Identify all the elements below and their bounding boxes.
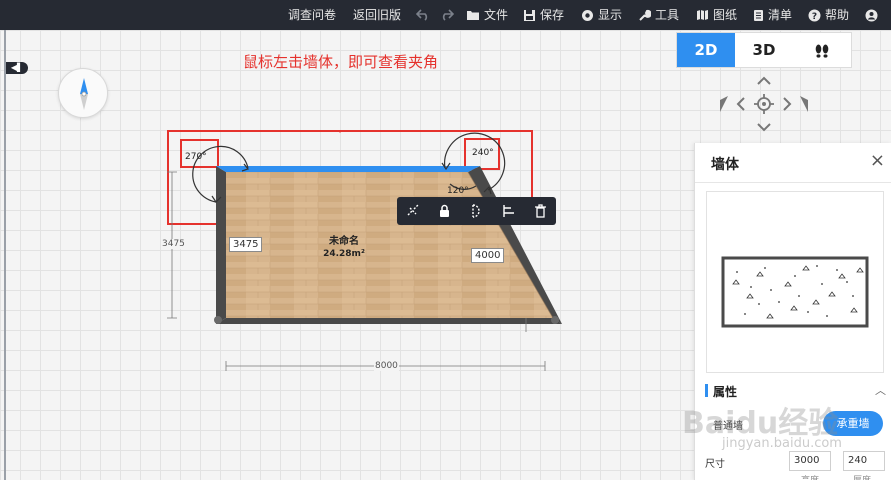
collapse-sidebar-button[interactable]: ◀▌ (6, 62, 28, 74)
view-2d-button[interactable]: 2D (677, 33, 735, 67)
split-wall-icon[interactable] (403, 201, 423, 221)
chevron-down-icon[interactable] (757, 123, 771, 132)
close-icon[interactable]: × (870, 152, 885, 170)
display-menu[interactable]: 显示 (581, 0, 622, 30)
tools-menu-label: 工具 (655, 8, 680, 22)
list-menu-label: 清单 (768, 8, 793, 22)
save-icon (524, 9, 535, 21)
rotate-right-icon[interactable] (800, 96, 808, 112)
wall-corner-handle[interactable] (214, 316, 222, 324)
size-label: 尺寸 (705, 459, 725, 470)
angle-label-inner: 120° (447, 186, 469, 196)
navigation-pad (712, 72, 816, 138)
chevron-right-icon[interactable] (783, 97, 792, 111)
svg-text:?: ? (812, 12, 817, 22)
chevron-up-icon[interactable] (757, 76, 771, 85)
thickness-input[interactable]: 240 (843, 451, 885, 471)
top-toolbar: 调查问卷 返回旧版 文件 保存 显示 工具 图纸 清单 ? 帮助 (0, 0, 891, 30)
wall-top-selected[interactable] (216, 166, 480, 172)
wall-material-preview (706, 191, 884, 373)
wall-context-toolbar (397, 197, 556, 225)
lock-icon[interactable] (435, 201, 455, 221)
delete-icon[interactable] (530, 201, 550, 221)
attributes-accent-bar (705, 384, 708, 397)
panel-title: 墙体 (711, 157, 739, 173)
view-3d-button[interactable]: 3D (735, 33, 793, 67)
display-menu-label: 显示 (598, 8, 623, 22)
attributes-section-header[interactable]: 属性 ︿ (705, 383, 886, 399)
list-icon (754, 9, 763, 21)
redo-icon[interactable] (440, 0, 458, 30)
drawing-menu-label: 图纸 (713, 8, 738, 22)
room-floor[interactable] (226, 172, 553, 318)
height-caption: 高度 (801, 473, 819, 480)
survey-link[interactable]: 调查问卷 (288, 0, 336, 30)
angle-label-left: 270° (185, 152, 207, 162)
height-input[interactable]: 3000 (789, 451, 831, 471)
view-mode-toggle: 2D 3D (676, 32, 852, 68)
wall-left-length[interactable]: 3475 (229, 237, 263, 252)
floor-plan (167, 130, 562, 371)
drawing-menu[interactable]: 图纸 (696, 0, 737, 30)
recenter-icon[interactable] (754, 94, 774, 114)
user-avatar-icon[interactable] (865, 0, 882, 30)
dimension-height-label: 3475 (161, 239, 186, 249)
save-button-label: 保存 (540, 8, 565, 22)
annotation-text: 鼠标左击墙体，即可查看夹角 (243, 53, 439, 71)
wall-bottom[interactable] (216, 318, 562, 324)
footprints-icon (815, 44, 829, 58)
file-menu[interactable]: 文件 (466, 0, 508, 30)
eye-icon (582, 9, 593, 21)
list-menu[interactable]: 清单 (753, 0, 792, 30)
arc-wall-icon[interactable] (466, 201, 486, 221)
help-menu[interactable]: ? 帮助 (808, 0, 849, 30)
help-menu-label: 帮助 (825, 8, 850, 22)
undo-icon[interactable] (416, 0, 434, 30)
save-button[interactable]: 保存 (523, 0, 564, 30)
compass-icon[interactable] (58, 68, 108, 118)
room-area: 24.28m² (323, 249, 365, 259)
panel-header: 墙体 × (695, 143, 891, 183)
chevron-left-icon[interactable] (736, 97, 745, 111)
baidu-watermark-url: jingyan.baidu.com (722, 436, 842, 451)
dimension-width-label: 8000 (374, 361, 399, 371)
wall-right-length[interactable]: 4000 (471, 248, 505, 263)
room-name[interactable]: 未命名 (318, 232, 370, 247)
wrench-icon (639, 9, 651, 21)
rotate-left-icon[interactable] (720, 96, 728, 112)
canvas-left-border (4, 30, 6, 480)
align-icon[interactable] (498, 201, 518, 221)
angle-label-right: 240° (472, 148, 494, 158)
map-icon (697, 10, 708, 20)
file-menu-label: 文件 (484, 8, 509, 22)
thickness-caption: 厚度 (853, 473, 871, 480)
chevron-up-icon[interactable]: ︿ (875, 382, 886, 398)
folder-icon (467, 11, 479, 20)
view-walkthrough-button[interactable] (793, 33, 851, 67)
old-version-link[interactable]: 返回旧版 (353, 0, 401, 30)
help-icon: ? (808, 9, 821, 22)
wall-left[interactable] (216, 166, 226, 324)
tools-menu[interactable]: 工具 (638, 0, 679, 30)
